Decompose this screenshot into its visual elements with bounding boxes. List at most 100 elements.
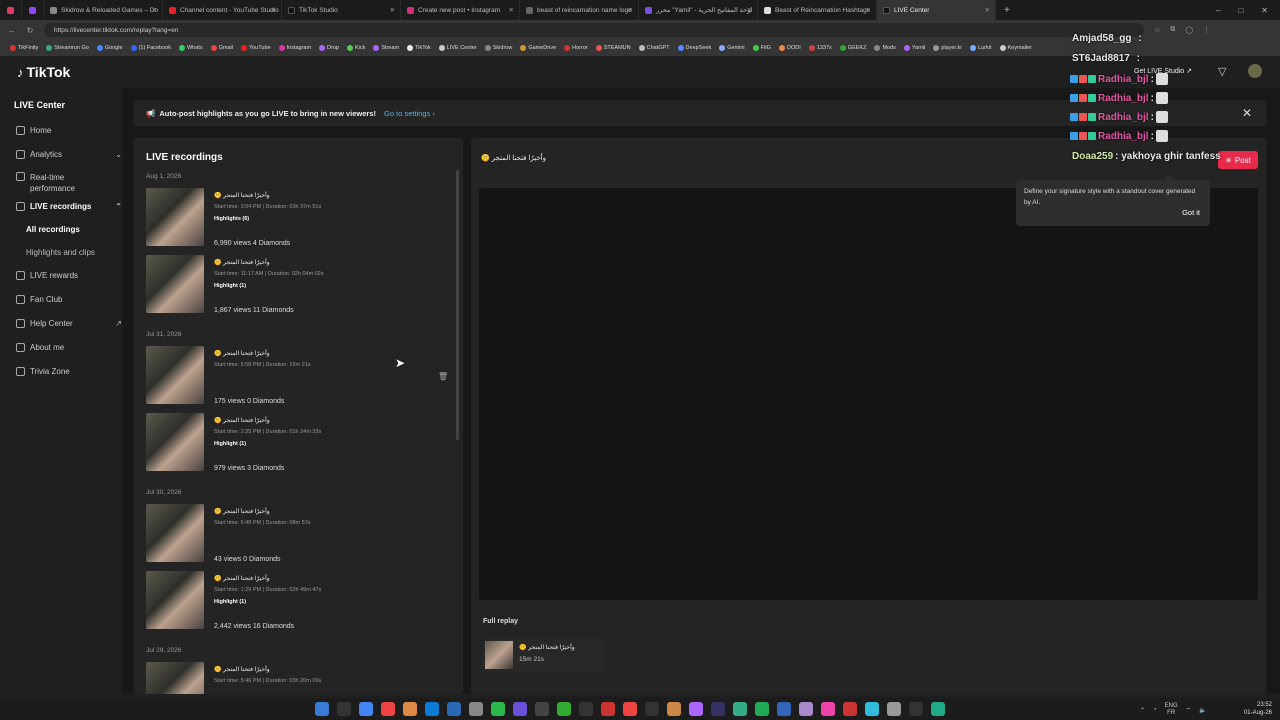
minimize-button[interactable]: – <box>1216 6 1220 15</box>
close-tab-icon[interactable]: ✕ <box>747 6 752 14</box>
bookmark-item[interactable]: ChatGPT <box>635 45 674 51</box>
bookmark-item[interactable]: FitG <box>749 45 775 51</box>
sidebar-item-live-rewards[interactable]: LIVE rewards <box>16 271 116 280</box>
sidebar-item-realtime[interactable]: Real-time performance <box>16 172 116 194</box>
bookmark-item[interactable]: DeepSeek <box>674 45 716 51</box>
maximize-button[interactable]: □ <box>1238 6 1243 15</box>
bookmark-item[interactable]: Google <box>93 45 127 51</box>
tray-chevron-icon[interactable]: ⌃ <box>1140 707 1145 714</box>
bookmark-item[interactable]: YouTube <box>237 45 275 51</box>
taskbar-app-icon[interactable] <box>799 702 813 716</box>
recording-item[interactable]: 🤫 وأخيرًا فتحنا المتجر Start time: 1:29 … <box>146 571 446 633</box>
bookmark-item[interactable]: 1337x <box>805 45 836 51</box>
language-indicator[interactable]: ENG FR <box>1165 703 1178 717</box>
got-it-button[interactable]: Got it <box>1182 207 1200 218</box>
taskbar-app-icon[interactable] <box>755 702 769 716</box>
bookmark-item[interactable]: LIVE Center <box>435 45 481 51</box>
extensions-icon[interactable]: ⧉ <box>1170 26 1175 34</box>
bookmark-item[interactable]: GEEKZ <box>836 45 871 51</box>
close-tab-icon[interactable]: ✕ <box>152 6 157 14</box>
tab-youtube-studio[interactable]: Channel content - YouTube Studio ✕ <box>163 0 282 20</box>
taskbar-app-icon[interactable] <box>645 702 659 716</box>
taskbar-app-icon[interactable] <box>601 702 615 716</box>
sidebar-item-analytics[interactable]: Analytics ⌄ <box>16 150 122 159</box>
star-icon[interactable]: ☆ <box>1154 26 1160 34</box>
close-window-button[interactable]: ✕ <box>1261 6 1268 15</box>
filter-icon[interactable]: ▽ <box>1218 65 1226 78</box>
bookmark-item[interactable]: Keymailer <box>996 45 1036 51</box>
recording-item[interactable]: 🤫 وأخيرًا فتحنا المتجر Start time: 5:48 … <box>146 504 446 566</box>
sidebar-item-help-center[interactable]: Help Center ↗ <box>16 319 122 328</box>
taskbar-app-icon[interactable] <box>887 702 901 716</box>
taskbar-app-icon[interactable] <box>579 702 593 716</box>
taskbar-app-icon[interactable] <box>689 702 703 716</box>
menu-icon[interactable]: ⋮ <box>1203 26 1210 34</box>
taskbar-app-icon[interactable] <box>469 702 483 716</box>
bookmark-item[interactable]: Whats <box>175 45 207 51</box>
profile-icon[interactable]: ◯ <box>1185 26 1193 34</box>
back-icon[interactable]: ← <box>6 26 18 35</box>
recording-item[interactable]: 🤫 وأخيرًا فتحنا المتجر Start time: 2:35 … <box>146 413 446 475</box>
taskbar-app-icon[interactable] <box>667 702 681 716</box>
bookmark-item[interactable]: (1) Facebook <box>127 45 175 51</box>
taskbar-app-icon[interactable] <box>909 702 923 716</box>
taskbar-app-icon[interactable] <box>403 702 417 716</box>
bookmark-item[interactable]: Gmail <box>207 45 237 51</box>
taskbar-app-icon[interactable] <box>733 702 747 716</box>
bookmark-item[interactable]: TikTok <box>403 45 435 51</box>
tiktok-logo[interactable]: ♪ TikTok <box>17 64 70 80</box>
tab-live-center[interactable]: LIVE Center ✕ <box>877 0 996 20</box>
highlights-badge[interactable]: Highlight (1) <box>214 441 246 447</box>
taskbar-app-icon[interactable] <box>931 702 945 716</box>
taskbar-app-icon[interactable] <box>843 702 857 716</box>
reload-icon[interactable]: ↻ <box>24 26 36 35</box>
bookmark-item[interactable]: Stream <box>369 45 403 51</box>
sidebar-item-trivia-zone[interactable]: Trivia Zone <box>16 367 116 376</box>
taskbar-app-icon[interactable] <box>337 702 351 716</box>
bookmark-item[interactable]: Instagram <box>275 45 315 51</box>
wifi-icon[interactable]: ⌔ <box>1186 706 1192 714</box>
recording-item[interactable]: 🤫 وأخيرًا فتحنا المتجر Start time: 11:17… <box>146 255 446 317</box>
taskbar-app-icon[interactable] <box>777 702 791 716</box>
url-field[interactable]: https://livecenter.tiktok.com/replay?lan… <box>44 23 1144 37</box>
sidebar-item-highlights[interactable]: Highlights and clips <box>26 248 95 257</box>
recording-item[interactable]: 🤫 وأخيرًا فتحنا المتجر Start time: 5:46 … <box>146 662 446 694</box>
taskbar-app-icon[interactable] <box>381 702 395 716</box>
highlights-badge[interactable]: Highlight (1) <box>214 599 246 605</box>
taskbar-app-icon[interactable] <box>513 702 527 716</box>
bookmark-item[interactable]: TikFinity <box>6 45 42 51</box>
bookmark-item[interactable]: Drop <box>315 45 343 51</box>
new-tab-button[interactable]: + <box>996 5 1018 16</box>
volume-icon[interactable]: 🔈 <box>1199 707 1206 714</box>
bookmark-item[interactable]: DODI <box>775 45 805 51</box>
bookmark-item[interactable]: Mods <box>870 45 899 51</box>
highlights-badge[interactable]: Highlights (6) <box>214 216 249 222</box>
tab-instagram[interactable]: Create new post • Instagram ✕ <box>401 0 520 20</box>
bookmark-item[interactable]: STEAMUN <box>592 45 635 51</box>
close-tab-icon[interactable]: ✕ <box>390 6 395 14</box>
sidebar-item-all-recordings[interactable]: All recordings <box>26 225 80 234</box>
tab-pinned-2[interactable] <box>22 0 44 20</box>
taskbar-app-icon[interactable] <box>359 702 373 716</box>
close-tab-icon[interactable]: ✕ <box>509 6 514 14</box>
tab-pinned-1[interactable] <box>0 0 22 20</box>
avatar[interactable] <box>1248 64 1262 78</box>
taskbar-app-icon[interactable] <box>535 702 549 716</box>
sidebar-item-about-me[interactable]: About me <box>16 343 116 352</box>
sidebar-item-home[interactable]: Home <box>16 126 116 135</box>
scrollbar[interactable] <box>456 170 459 440</box>
taskbar-app-icon[interactable] <box>447 702 461 716</box>
tab-skidrow[interactable]: Skidrow & Reloaded Games – Do ✕ <box>44 0 163 20</box>
close-tab-icon[interactable]: ✕ <box>628 6 633 14</box>
bookmark-item[interactable]: Lurkit <box>966 45 995 51</box>
close-tab-icon[interactable]: ✕ <box>271 6 276 14</box>
bookmark-item[interactable]: Yamil <box>900 45 929 51</box>
taskbar-app-icon[interactable] <box>865 702 879 716</box>
sidebar-item-live-recordings[interactable]: LIVE recordings ⌃ <box>16 202 122 211</box>
taskbar-app-icon[interactable] <box>623 702 637 716</box>
close-tab-icon[interactable]: ✕ <box>985 6 990 14</box>
clock[interactable]: 23:52 01-Aug-26 <box>1244 701 1272 717</box>
bookmark-item[interactable]: Kick <box>343 45 369 51</box>
bookmark-item[interactable]: Skidrow <box>481 45 517 51</box>
tab-keyboard[interactable]: محرر "Yamil" - لوحة المفاتيح الحرية ✕ <box>639 0 758 20</box>
